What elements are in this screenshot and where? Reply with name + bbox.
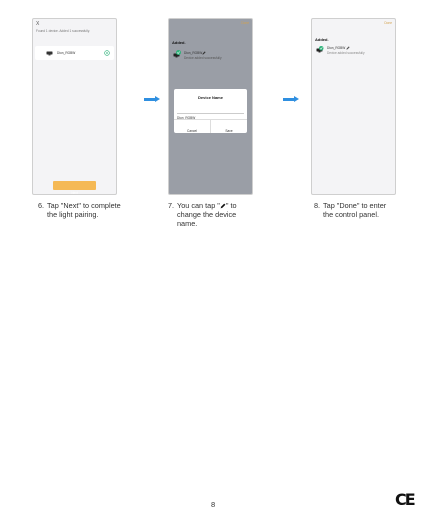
caption-line: Tap "Next" to complete [47,201,121,210]
caption-text-after-icon: " to [225,201,237,210]
lamp-icon [46,51,53,55]
add-circle-icon[interactable] [104,49,110,56]
caption-text-before-icon: You can tap " [177,201,220,210]
caption-line: the control panel. [323,210,379,219]
arrow-right-icon [144,96,160,102]
caption-line: name. [177,219,198,228]
cancel-button[interactable]: Cancel [174,119,210,133]
done-button[interactable]: Done [241,21,249,25]
close-icon[interactable]: X [36,21,39,27]
step-number: 8. [314,201,321,210]
device-name: Dion_RGBW [184,51,203,55]
step-8-caption: 8. Tap "Done" to enter the control panel. [314,201,424,219]
next-button-label: Next [71,191,78,195]
device-status: Device added successfully [327,51,365,55]
device-name: Dion_RGBW [57,51,76,55]
ce-mark: CE [395,490,416,509]
added-title: Added. [172,40,186,45]
phone-screen-step-7: Done Added. Dion_RGBW Device added succe… [168,18,253,195]
pencil-icon[interactable] [202,51,206,55]
arrow-right-icon [283,96,299,102]
device-row: Dion_RGBW [35,46,114,60]
check-icon [319,46,324,51]
phone-screen-step-6: X Found 1 device. Added 1 successfully. … [32,18,117,195]
device-name: Dion_RGBW [327,46,346,50]
caption-line: change the device [177,210,237,219]
pencil-icon[interactable] [346,46,350,50]
device-name-input[interactable]: Dion_RGBW [177,106,244,120]
found-devices-header: Found 1 device. Added 1 successfully. [36,29,90,33]
save-button-label: Save [225,129,233,133]
rename-dialog: Device Name Dion_RGBW Cancel Save [174,89,247,133]
phone-screen-step-8: Done Added. Dion_RGBW Device added succe… [311,18,396,195]
step-7-caption: 7. You can tap " " to change the device na… [168,201,268,228]
step-number: 7. [168,201,175,210]
caption-line: Tap "Done" to enter [323,201,387,210]
device-status: Device added successfully [184,56,222,60]
step-number: 6. [38,201,45,210]
done-button[interactable]: Done [384,21,392,25]
cancel-button-label: Cancel [187,129,197,133]
page-number: 8 [211,500,216,509]
caption-line: the light pairing. [47,210,99,219]
step-6-caption: 6. Tap "Next" to complete the light pairi… [38,201,143,219]
check-icon [176,50,181,55]
save-button[interactable]: Save [211,119,247,133]
dialog-title: Device Name [198,95,223,100]
added-title: Added. [315,37,329,42]
next-button[interactable]: Next [53,181,96,194]
